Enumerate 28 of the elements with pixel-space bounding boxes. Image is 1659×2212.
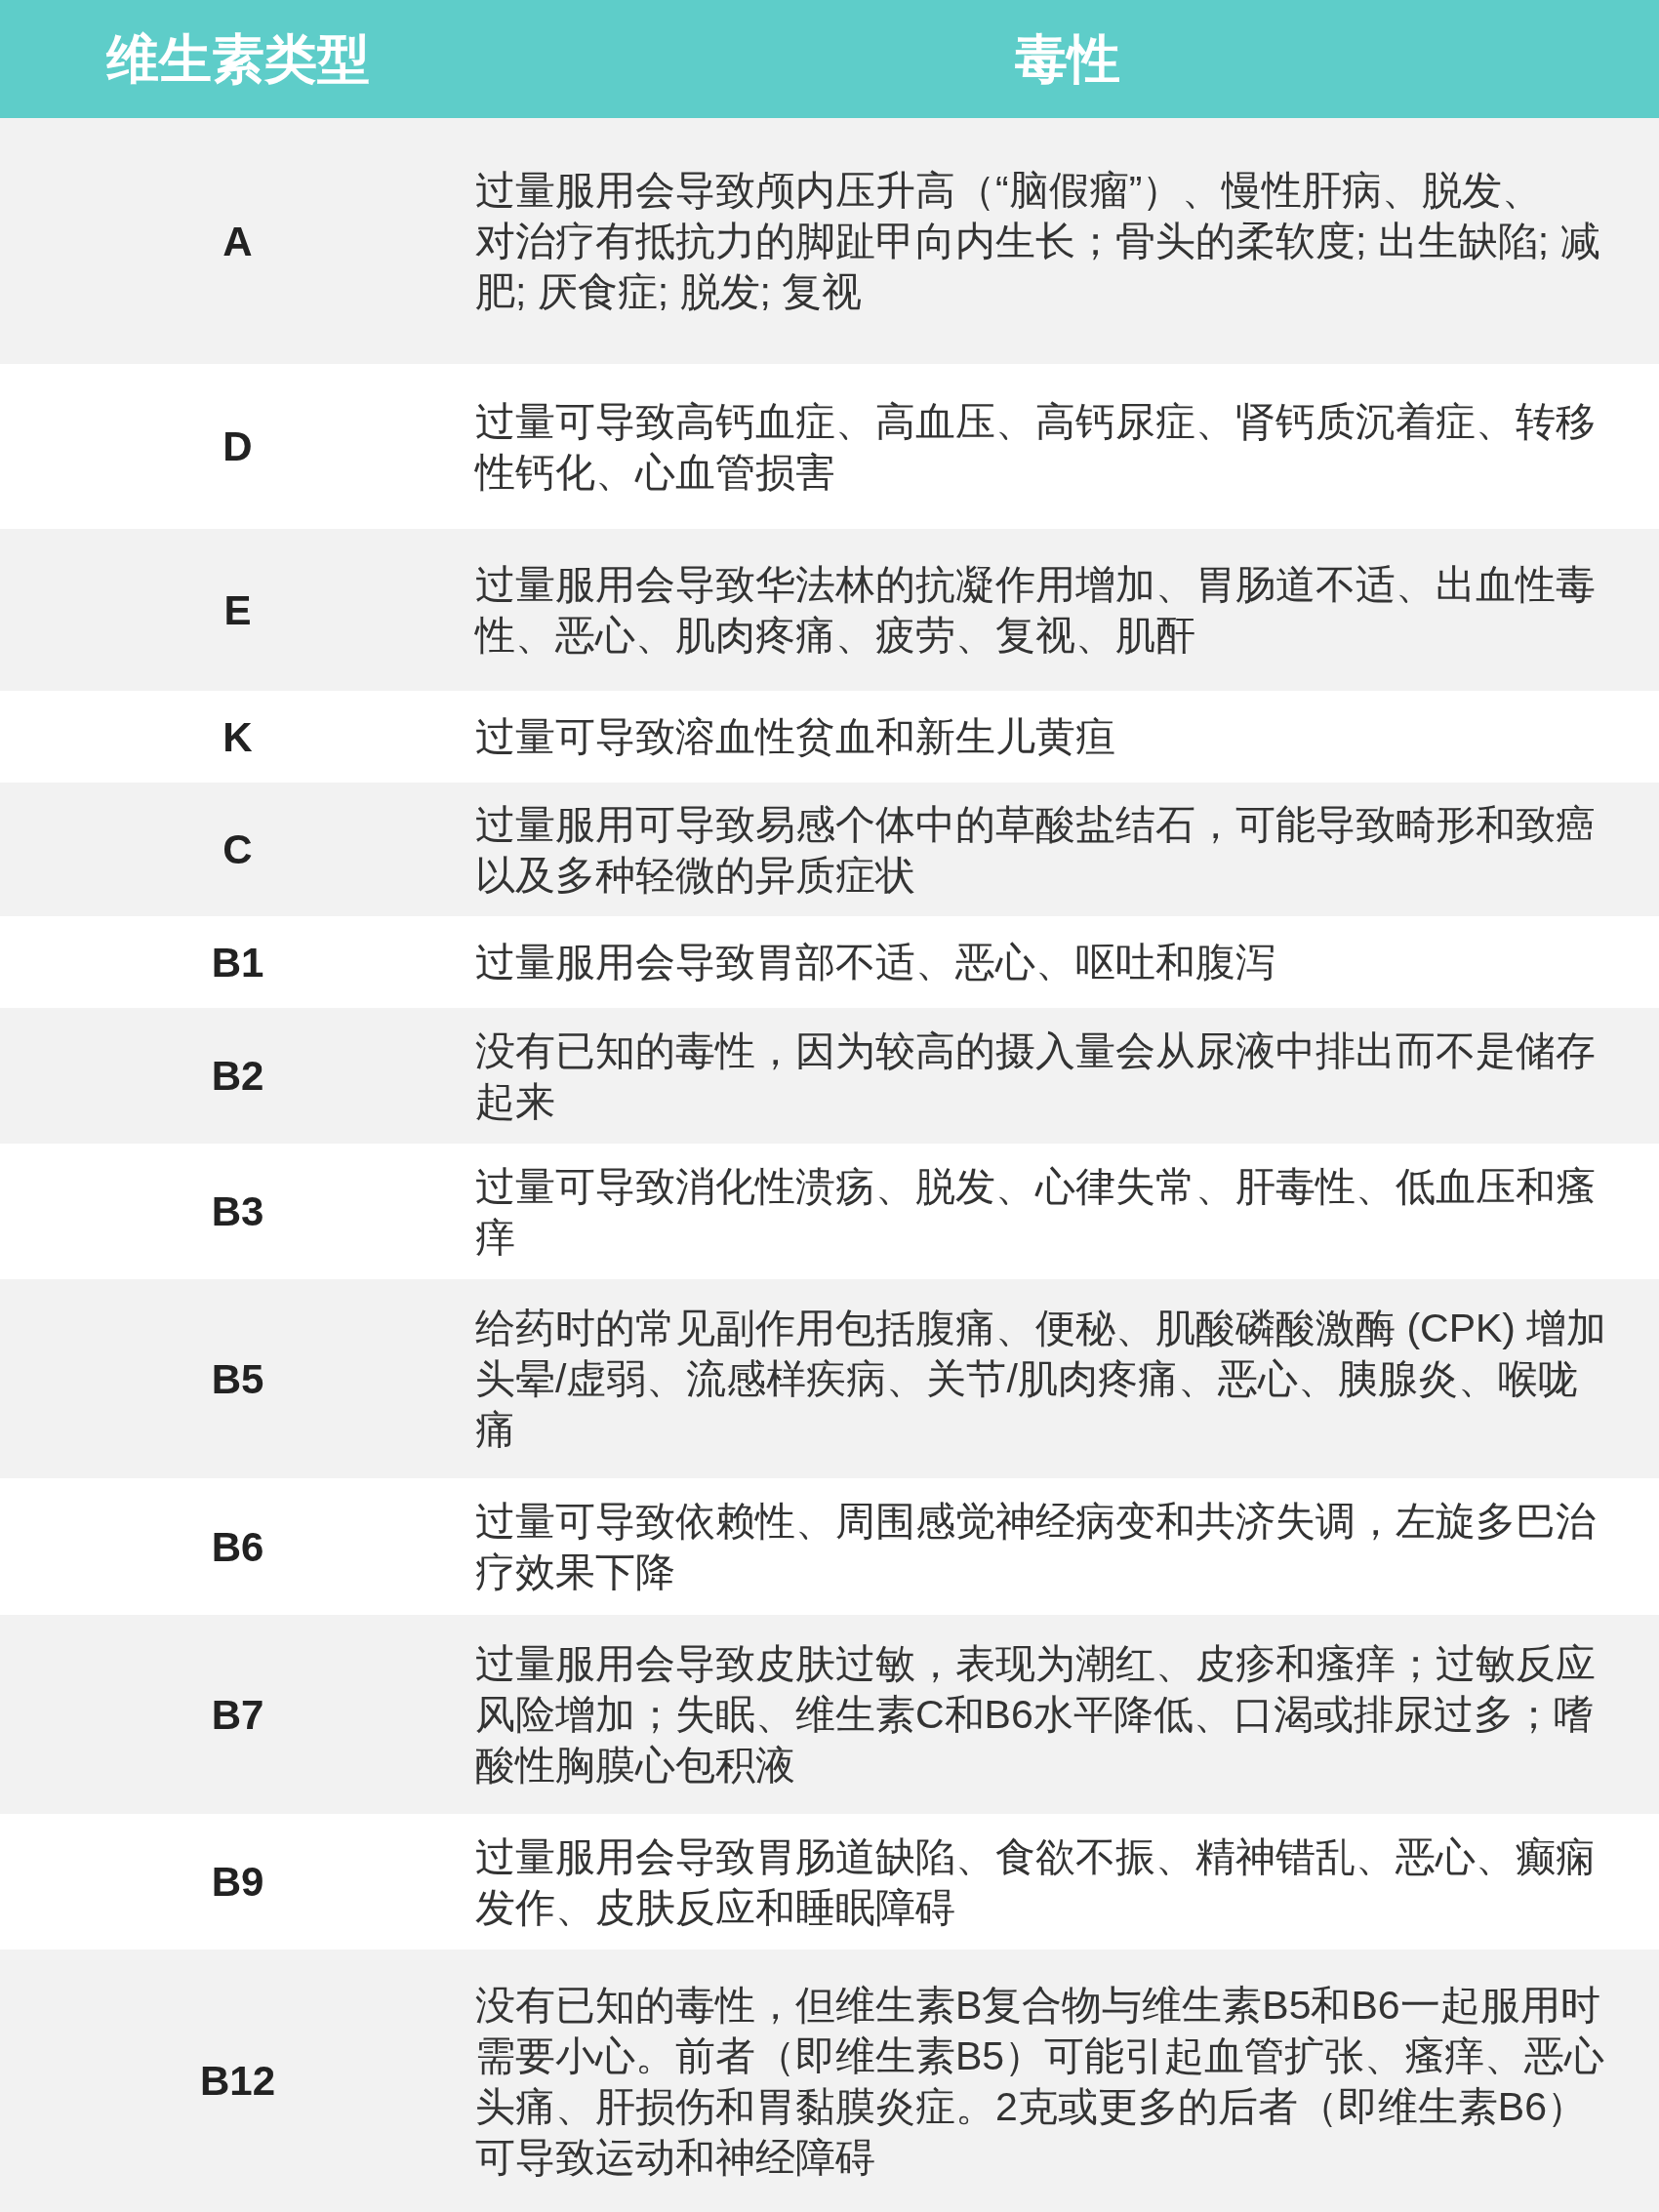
toxicity-text: 过量服用可导致易感个体中的草酸盐结石，可能导致畸形和致癌 以及多种轻微的异质症状 xyxy=(475,800,1596,900)
toxicity-text: 过量服用会导致华法林的抗凝作用增加、胃肠道不适、出血性毒 性、恶心、肌肉疼痛、疲劳、复视、肌酐 xyxy=(475,561,1596,660)
vitamin-type: B6 xyxy=(211,1522,264,1572)
vitamin-type: B7 xyxy=(211,1690,264,1740)
column-header: 维生素类型 xyxy=(105,28,370,90)
vitamin-type: B3 xyxy=(211,1187,264,1236)
toxicity-text: 过量可导致高钙血症、高血压、高钙尿症、肾钙质沉着症、转移 性钙化、心血管损害 xyxy=(475,397,1596,497)
toxicity-text: 过量可导致消化性溃疡、脱发、心律失常、肝毒性、低血压和瘙 痒 xyxy=(475,1162,1596,1262)
toxicity-text: 过量服用会导致胃部不适、恶心、呕吐和腹泻 xyxy=(475,939,1275,986)
vitamin-type: B9 xyxy=(211,1858,264,1907)
vitamin-type: D xyxy=(223,422,253,471)
toxicity-text: 过量服用会导致皮肤过敏，表现为潮红、皮疹和瘙痒；过敏反应 风险增加；失眠、维生素C和B6水平降低、口渴或排尿过多；嗜 酸性胸膜心包积液 xyxy=(475,1640,1596,1790)
vitamin-type: E xyxy=(223,585,252,635)
toxicity-text: 过量服用会导致颅内压升高（“脑假瘤”）、慢性肝病、脱发、 对治疗有抵抗力的脚趾甲向内生长；骨头的柔软度; 出生缺陷; 减 肥; 厌食症; 脱发; 复视 xyxy=(475,167,1600,316)
vitamin-type: K xyxy=(223,712,253,762)
column-header: 毒性 xyxy=(1014,28,1120,90)
vitamin-type: A xyxy=(223,217,253,266)
vitamin-type: C xyxy=(223,825,253,874)
vitamin-type: B12 xyxy=(199,2057,276,2106)
toxicity-text: 过量可导致依赖性、周围感觉神经病变和共济失调，左旋多巴治 疗效果下降 xyxy=(475,1498,1596,1596)
vitamin-type: B2 xyxy=(211,1052,264,1101)
toxicity-text: 给药时的常见副作用包括腹痛、便秘、肌酸磷酸激酶 (CPK) 增加 头晕/虚弱、流感样疾病、关节/肌肉疼痛、恶心、胰腺炎、喉咙 痛 xyxy=(475,1305,1607,1454)
vitamin-type: B5 xyxy=(211,1354,264,1404)
toxicity-text: 没有已知的毒性，因为较高的摄入量会从尿液中排出而不是储存 起来 xyxy=(475,1026,1596,1126)
toxicity-text: 过量可导致溶血性贫血和新生儿黄疸 xyxy=(475,713,1115,761)
toxicity-text: 没有已知的毒性，但维生素B复合物与维生素B5和B6一起服用时 需要小心。前者（即维生素B5）可能引起血管扩张、瘙痒、恶心 头痛、肝损伤和胃黏膜炎症。2克或更多的后者（即维生素B6） 可导致运动和神经障碍 xyxy=(475,1981,1605,2182)
toxicity-text: 过量服用会导致胃肠道缺陷、食欲不振、精神错乱、恶心、癫痫 发作、皮肤反应和睡眠障碍 xyxy=(475,1832,1596,1932)
vitamin-type: B1 xyxy=(211,938,264,987)
